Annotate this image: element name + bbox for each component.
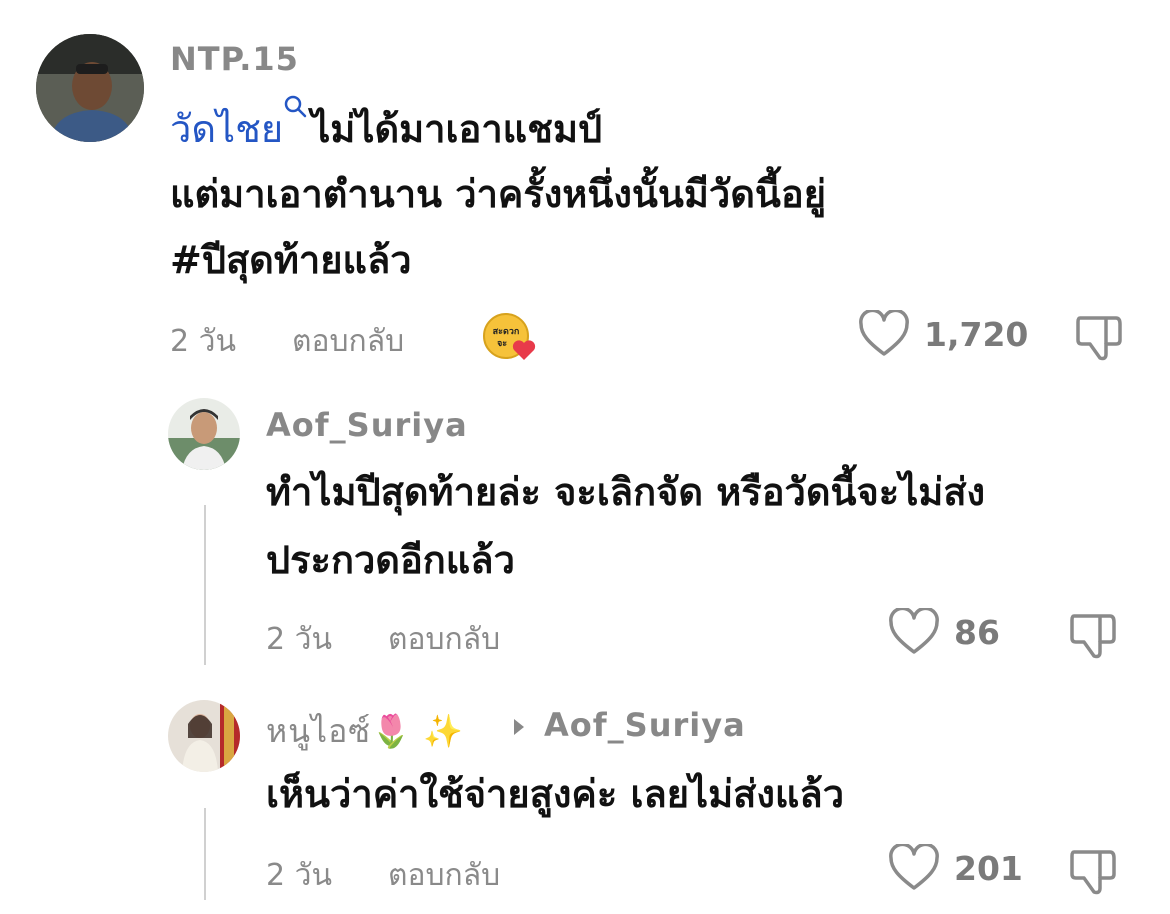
reply-button[interactable]: ตอบกลับ: [388, 852, 500, 899]
creator-liked-badge: สะดวก จะ: [482, 312, 536, 362]
svg-text:สะดวก: สะดวก: [493, 327, 520, 337]
thumbs-down-icon[interactable]: [1066, 844, 1118, 896]
comment-time: 2 วัน: [266, 858, 332, 893]
heart-outline-icon[interactable]: [858, 310, 910, 358]
comment-text-line-1: วัดไชย ไม่ได้มาเอาแชมป์: [170, 94, 602, 159]
avatar-image: [36, 34, 144, 142]
thread-line: [204, 505, 206, 665]
comment-time: 2 วัน: [170, 324, 236, 359]
thumbs-down-icon[interactable]: [1072, 310, 1124, 362]
comment-hashtag[interactable]: #ปีสุดท้ายแล้ว: [170, 230, 412, 290]
avatar[interactable]: [168, 700, 240, 772]
like-group: 86: [888, 608, 1000, 656]
comment-author[interactable]: Aof_Suriya: [266, 406, 468, 444]
avatar[interactable]: [168, 398, 240, 470]
comment-text-line-1: ทำไมปีสุดท้ายล่ะ จะเลิกจัด หรือวัดนี้จะไ…: [266, 470, 986, 514]
comment-author[interactable]: NTP.15: [170, 40, 299, 78]
avatar[interactable]: [36, 34, 144, 142]
like-group: 201: [888, 844, 1023, 892]
like-count: 201: [954, 848, 1023, 888]
search-link[interactable]: วัดไชย: [170, 107, 283, 151]
search-icon[interactable]: [283, 94, 309, 120]
reply-to-user[interactable]: Aof_Suriya: [544, 706, 746, 744]
comment-text-line-2: ประกวดอีกแล้ว: [266, 538, 515, 582]
comment-text-line-1: เห็นว่าค่าใช้จ่ายสูงค่ะ เลยไม่ส่งแล้ว: [266, 772, 845, 816]
thread-line: [204, 808, 206, 900]
comment-text-line-2: แต่มาเอาตำนาน ว่าครั้งหนึ่งนั้นมีวัดนี้อ…: [170, 172, 826, 216]
reply-button[interactable]: ตอบกลับ: [388, 616, 500, 663]
comment-time: 2 วัน: [266, 622, 332, 657]
comment-author[interactable]: หนูไอซ์🌷 ✨: [266, 706, 464, 757]
reply-button[interactable]: ตอบกลับ: [292, 318, 404, 365]
heart-outline-icon[interactable]: [888, 844, 940, 892]
comment-text-part: ไม่ได้มาเอาแชมป์: [311, 107, 603, 151]
svg-text:จะ: จะ: [497, 339, 507, 349]
like-count: 1,720: [924, 314, 1029, 354]
avatar-image: [168, 700, 240, 772]
heart-outline-icon[interactable]: [888, 608, 940, 656]
avatar-image: [168, 398, 240, 470]
like-count: 86: [954, 612, 1000, 652]
thumbs-down-icon[interactable]: [1066, 608, 1118, 660]
like-group: 1,720: [858, 310, 1028, 358]
reply-arrow-icon: [514, 719, 524, 735]
